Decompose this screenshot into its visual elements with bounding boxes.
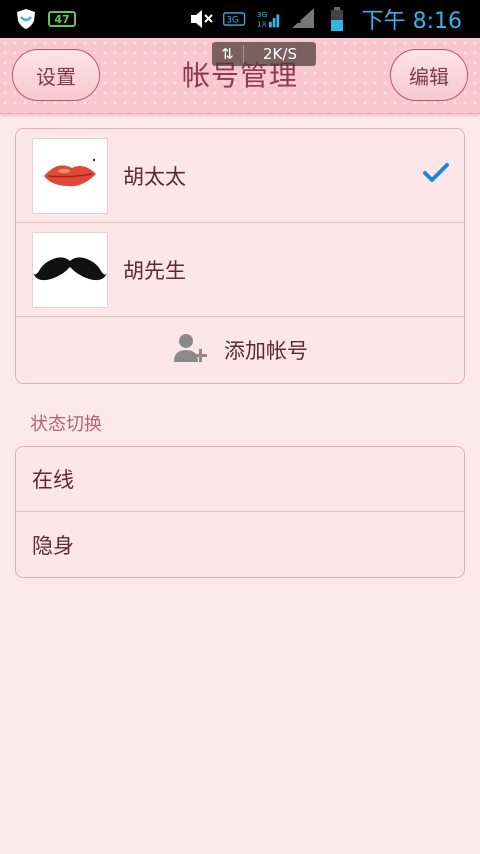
svg-text:3G: 3G: [257, 10, 268, 19]
add-account-button[interactable]: 添加帐号: [16, 317, 464, 383]
svg-text:3G: 3G: [226, 15, 238, 25]
account-item-mr-hu[interactable]: 胡先生: [16, 223, 464, 317]
transfer-arrows-icon: ⇅: [212, 45, 244, 63]
status-option-online[interactable]: 在线: [16, 447, 464, 512]
network-speed-indicator: ⇅ 2K/S: [212, 42, 316, 66]
svg-text:?: ?: [296, 12, 304, 27]
lips-icon: [40, 154, 100, 198]
add-account-label: 添加帐号: [224, 339, 308, 363]
shield-icon: [14, 7, 38, 31]
battery-icon: [324, 6, 350, 32]
avatar: [32, 232, 108, 308]
clock: 下午 8:16: [361, 9, 462, 34]
status-option-invisible[interactable]: 隐身: [16, 512, 464, 577]
mute-icon: [188, 6, 214, 32]
status-options: 在线 隐身: [15, 446, 465, 578]
account-name: 胡先生: [123, 259, 186, 283]
account-list: 胡太太 胡先生 添加帐号: [15, 128, 465, 384]
svg-text:1X: 1X: [257, 19, 267, 28]
sim-unknown-icon: ?: [290, 6, 316, 32]
3g-signal-icon: 3G: [222, 6, 248, 32]
check-icon: [422, 161, 450, 189]
network-speed-value: 2K/S: [263, 45, 297, 63]
account-name: 胡太太: [123, 165, 186, 189]
avatar: [32, 138, 108, 214]
mustache-icon: [33, 253, 107, 287]
battery-level-badge: 47: [48, 11, 76, 27]
section-label-status: 状态切换: [30, 414, 102, 435]
status-bar: 47 3G 3G 1X ? 下午 8:16: [0, 0, 480, 38]
add-user-icon: [172, 332, 210, 369]
edit-button[interactable]: 编辑: [390, 49, 468, 101]
signal-strength-icon: 3G 1X: [256, 6, 282, 32]
account-item-mrs-hu[interactable]: 胡太太: [16, 129, 464, 223]
